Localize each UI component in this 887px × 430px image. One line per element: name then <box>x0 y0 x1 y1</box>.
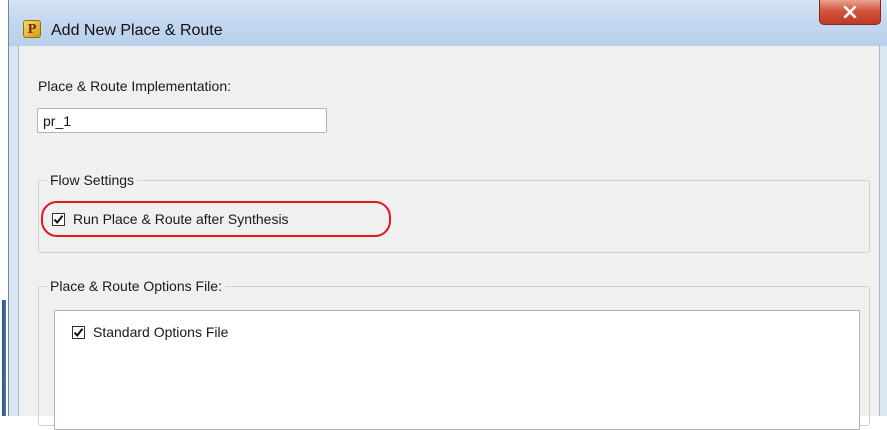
app-icon: P <box>23 20 41 38</box>
implementation-label: Place & Route Implementation: <box>38 78 231 94</box>
title-bar[interactable]: P Add New Place & Route <box>9 0 887 46</box>
highlight-annotation <box>41 201 391 237</box>
add-place-route-dialog: P Add New Place & Route Place & Route Im… <box>8 0 887 430</box>
checkmark-icon <box>73 327 84 337</box>
options-file-list[interactable]: Standard Options File <box>54 310 860 430</box>
dialog-content: Place & Route Implementation: Flow Setti… <box>18 46 880 430</box>
options-file-legend: Place & Route Options File: <box>47 278 225 295</box>
implementation-name-input[interactable] <box>37 108 327 133</box>
flow-settings-legend: Flow Settings <box>47 172 138 189</box>
standard-options-file-label: Standard Options File <box>93 324 229 340</box>
close-button[interactable] <box>819 0 881 25</box>
close-icon <box>843 6 857 18</box>
taskbar-fragment <box>2 300 6 416</box>
desktop-edge <box>0 0 8 416</box>
window-title: Add New Place & Route <box>51 22 223 39</box>
checkbox-box[interactable] <box>72 325 85 339</box>
list-item[interactable]: Standard Options File <box>72 324 228 340</box>
